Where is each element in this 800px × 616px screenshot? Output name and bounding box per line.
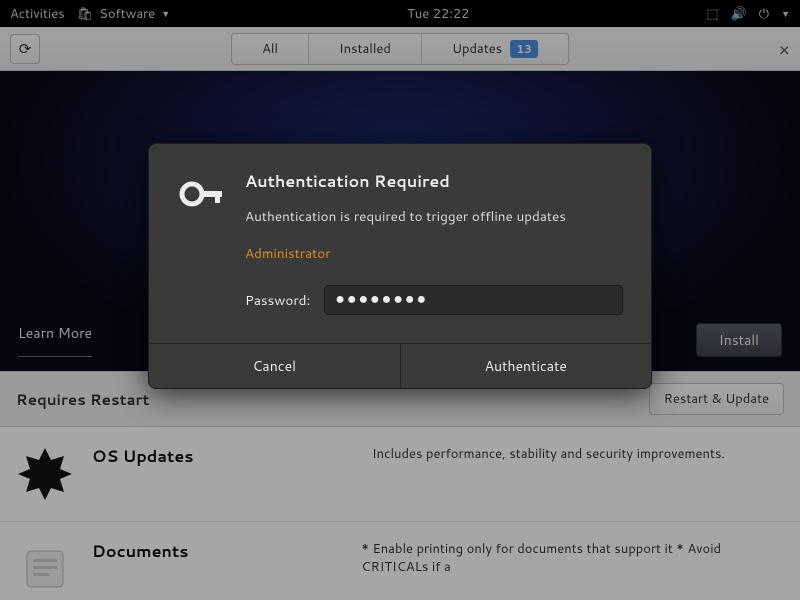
dialog-message: Authentication is required to trigger of… <box>245 207 623 226</box>
password-input[interactable] <box>324 285 623 315</box>
auth-dialog: Authentication Required Authentication i… <box>148 143 652 389</box>
authenticate-button[interactable]: Authenticate <box>400 344 652 388</box>
dialog-title: Authentication Required <box>245 170 623 193</box>
key-icon <box>177 170 225 315</box>
password-label: Password: <box>245 291 310 310</box>
dialog-actions: Cancel Authenticate <box>149 343 651 388</box>
auth-user: Administrator <box>245 244 623 263</box>
cancel-button[interactable]: Cancel <box>149 344 400 388</box>
